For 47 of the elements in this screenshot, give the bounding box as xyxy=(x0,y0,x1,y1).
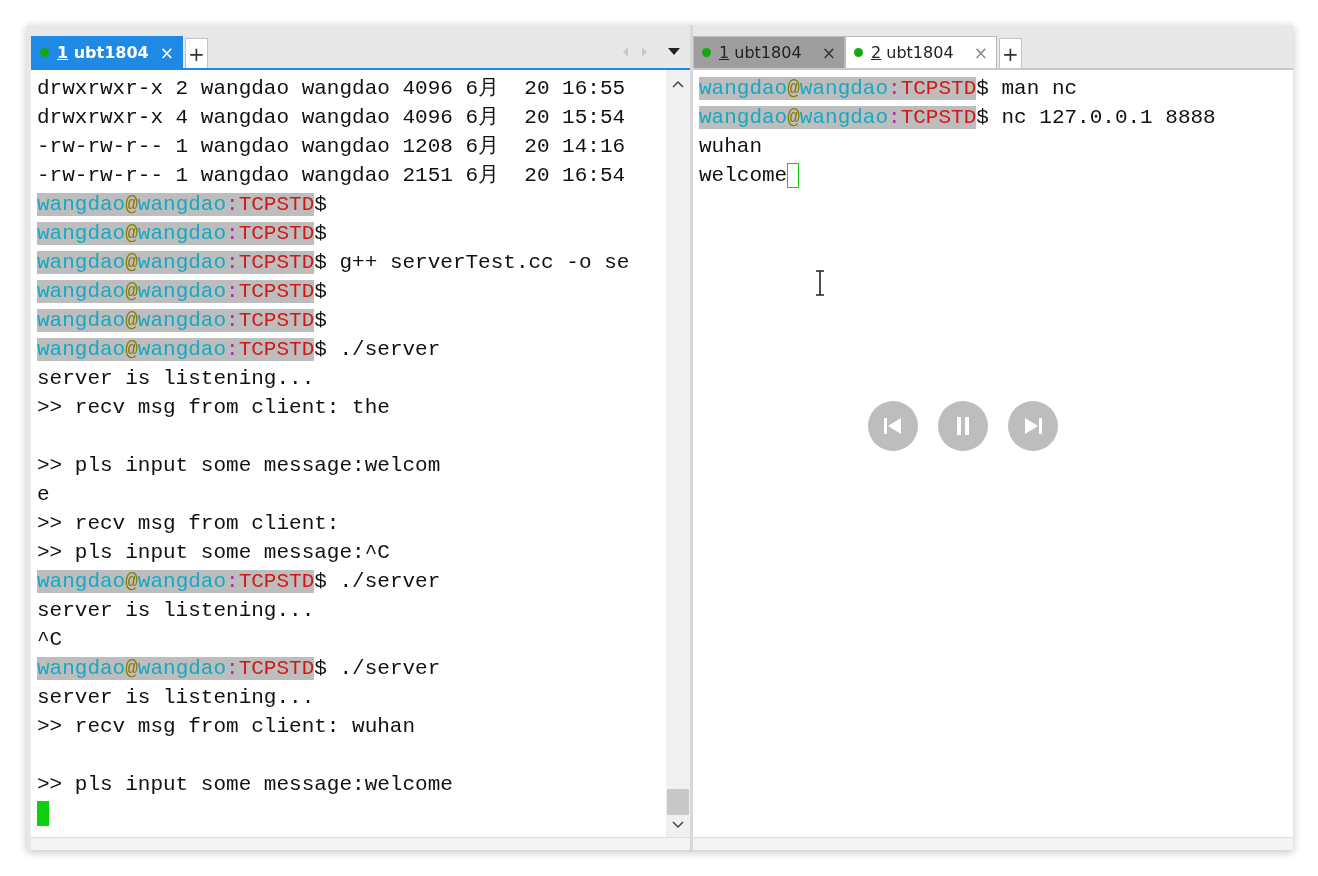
status-dot xyxy=(854,48,863,57)
prompt-line: wangdao@wangdao:TCPSTD$ xyxy=(37,308,328,334)
next-button-icon[interactable] xyxy=(1008,401,1058,451)
output-line: drwxrwxr-x 4 wangdao wangdao 4096 6月 20 15:54 xyxy=(37,105,627,131)
previous-button-icon[interactable] xyxy=(868,401,918,451)
new-tab-button[interactable]: + xyxy=(185,38,208,68)
output-line: welcome xyxy=(699,164,788,187)
output-line: server is listening... xyxy=(37,598,316,624)
prompt-line: wangdao@wangdao:TCPSTD$ xyxy=(37,192,328,218)
prompt-line: wangdao@wangdao:TCPSTD$ ./server xyxy=(37,569,442,595)
pause-button-icon[interactable] xyxy=(938,401,988,451)
close-button[interactable]: × xyxy=(967,42,988,63)
output-line: server is listening... xyxy=(37,685,316,711)
scroll-down-icon[interactable] xyxy=(672,821,684,829)
new-tab-button[interactable]: + xyxy=(999,38,1022,68)
terminal-tab[interactable]: 1 ubt1804 × xyxy=(31,36,183,68)
close-button[interactable]: × xyxy=(153,42,174,63)
output-line: >> pls input some message:welcom xyxy=(37,453,442,479)
output-line: >> recv msg from client: the xyxy=(37,395,391,421)
scrollbar-thumb[interactable] xyxy=(667,789,689,815)
prompt-line: wangdao@wangdao:TCPSTD$ g++ serverTest.cc -o se xyxy=(37,250,631,276)
terminal-tab[interactable]: 2 ubt1804 × xyxy=(845,36,997,68)
prompt-line: wangdao@wangdao:TCPSTD$ man nc xyxy=(699,76,1079,102)
output-line: -rw-rw-r-- 1 wangdao wangdao 1208 6月 20 14:16 xyxy=(37,134,627,160)
terminal-tab[interactable]: 1 ubt1804 × xyxy=(693,36,845,68)
output-line: ^C xyxy=(37,627,64,653)
status-dot xyxy=(702,48,711,57)
scroll-up-icon[interactable] xyxy=(672,80,684,88)
output-line: -rw-rw-r-- 1 wangdao wangdao 2151 6月 20 16:54 xyxy=(37,163,627,189)
prompt-line: wangdao@wangdao:TCPSTD$ ./server xyxy=(37,656,442,682)
output-line: e xyxy=(37,482,51,508)
output-line: >> pls input some message:^C xyxy=(37,540,391,566)
output-line: server is listening... xyxy=(37,366,316,392)
prompt-line: wangdao@wangdao:TCPSTD$ xyxy=(37,221,328,247)
scrollbar[interactable] xyxy=(666,70,690,837)
prompt-line: wangdao@wangdao:TCPSTD$ ./server xyxy=(37,337,442,363)
output-line: >> recv msg from client: wuhan xyxy=(37,714,417,740)
output-line: >> recv msg from client: xyxy=(37,511,341,537)
text-cursor-icon xyxy=(814,270,826,296)
dropdown-caret-icon[interactable] xyxy=(668,48,680,56)
close-button[interactable]: × xyxy=(815,42,836,63)
output-line: >> pls input some message:welcome xyxy=(37,772,454,798)
output-line: wuhan xyxy=(699,134,763,160)
prompt-line: wangdao@wangdao:TCPSTD$ nc 127.0.0.1 8888 xyxy=(699,105,1217,131)
output-line: drwxrwxr-x 2 wangdao wangdao 4096 6月 20 16:55 xyxy=(37,76,627,102)
status-dot xyxy=(40,48,49,57)
prompt-line: wangdao@wangdao:TCPSTD$ xyxy=(37,279,328,305)
